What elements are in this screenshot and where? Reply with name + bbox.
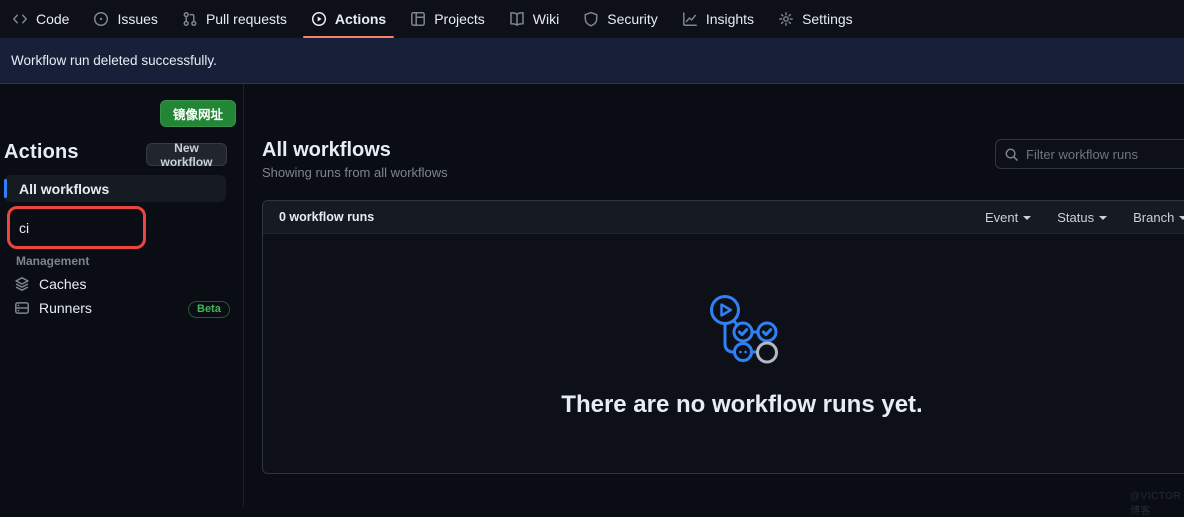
sidebar-item-label: Runners bbox=[39, 300, 92, 316]
workflows-subtitle: Showing runs from all workflows bbox=[262, 165, 448, 180]
runs-filter-bar: Event Status Branch Actor bbox=[985, 201, 1184, 234]
gear-icon bbox=[778, 11, 794, 27]
tab-code[interactable]: Code bbox=[10, 0, 71, 38]
tab-issues[interactable]: Issues bbox=[91, 0, 159, 38]
tab-projects[interactable]: Projects bbox=[408, 0, 487, 38]
branch-filter-dropdown[interactable]: Branch bbox=[1133, 210, 1184, 225]
management-section-heading: Management bbox=[16, 254, 89, 268]
workflows-heading: All workflows bbox=[262, 139, 391, 162]
runs-count-label: 0 workflow runs bbox=[279, 210, 374, 224]
tab-pull-requests[interactable]: Pull requests bbox=[180, 0, 289, 38]
tab-label: Actions bbox=[335, 11, 386, 27]
tab-label: Code bbox=[36, 11, 69, 27]
book-icon bbox=[509, 11, 525, 27]
table-icon bbox=[410, 11, 426, 27]
workflow-graph-icon bbox=[704, 291, 780, 365]
actions-page-title: Actions bbox=[4, 141, 79, 164]
sidebar-item-caches[interactable]: Caches bbox=[14, 276, 86, 292]
graph-icon bbox=[682, 11, 698, 27]
search-icon bbox=[1004, 147, 1019, 162]
tab-settings[interactable]: Settings bbox=[776, 0, 855, 38]
sidebar-item-ci[interactable]: ci bbox=[4, 206, 226, 249]
code-icon bbox=[12, 11, 28, 27]
status-filter-dropdown[interactable]: Status bbox=[1057, 210, 1107, 225]
event-filter-dropdown[interactable]: Event bbox=[985, 210, 1031, 225]
tab-actions[interactable]: Actions bbox=[309, 0, 388, 38]
flash-notice: Workflow run deleted successfully. bbox=[0, 38, 1184, 84]
chevron-down-icon bbox=[1023, 216, 1031, 220]
tab-label: Projects bbox=[434, 11, 485, 27]
sidebar-divider bbox=[243, 84, 244, 507]
tab-label: Security bbox=[607, 11, 658, 27]
stack-icon bbox=[14, 276, 30, 292]
chevron-down-icon bbox=[1179, 216, 1184, 220]
git-pull-request-icon bbox=[182, 11, 198, 27]
tab-security[interactable]: Security bbox=[581, 0, 660, 38]
new-workflow-button[interactable]: New workflow bbox=[146, 143, 227, 166]
sidebar-item-all-workflows[interactable]: All workflows bbox=[4, 175, 226, 202]
tab-label: Pull requests bbox=[206, 11, 287, 27]
tab-label: Insights bbox=[706, 11, 754, 27]
play-circle-icon bbox=[311, 11, 327, 27]
filter-label: Branch bbox=[1133, 210, 1174, 225]
repo-tab-nav: Code Issues Pull requests Actions Projec… bbox=[0, 0, 1184, 38]
workflow-runs-header: 0 workflow runs Event Status Branch Acto… bbox=[263, 201, 1184, 234]
watermark: @VICTOR博客 bbox=[1130, 491, 1184, 517]
sidebar-item-label: All workflows bbox=[19, 181, 109, 197]
empty-state: There are no workflow runs yet. bbox=[263, 234, 1184, 419]
tab-label: Issues bbox=[117, 11, 157, 27]
sidebar-item-label: ci bbox=[19, 220, 29, 236]
mirror-url-button[interactable]: 镜像网址 bbox=[160, 100, 236, 127]
tab-label: Settings bbox=[802, 11, 853, 27]
flash-notice-message: Workflow run deleted successfully. bbox=[11, 53, 217, 68]
beta-badge: Beta bbox=[188, 301, 230, 318]
server-icon bbox=[14, 300, 30, 316]
empty-state-message: There are no workflow runs yet. bbox=[561, 391, 922, 419]
shield-icon bbox=[583, 11, 599, 27]
sidebar-item-runners[interactable]: Runners bbox=[14, 300, 92, 316]
tab-insights[interactable]: Insights bbox=[680, 0, 756, 38]
issue-opened-icon bbox=[93, 11, 109, 27]
filter-label: Status bbox=[1057, 210, 1094, 225]
workflow-runs-panel: 0 workflow runs Event Status Branch Acto… bbox=[262, 200, 1184, 474]
sidebar-item-label: Caches bbox=[39, 276, 86, 292]
filter-runs-input[interactable] bbox=[1026, 147, 1184, 162]
tab-wiki[interactable]: Wiki bbox=[507, 0, 561, 38]
filter-label: Event bbox=[985, 210, 1018, 225]
tab-label: Wiki bbox=[533, 11, 559, 27]
chevron-down-icon bbox=[1099, 216, 1107, 220]
filter-runs-searchbox[interactable] bbox=[995, 139, 1184, 169]
